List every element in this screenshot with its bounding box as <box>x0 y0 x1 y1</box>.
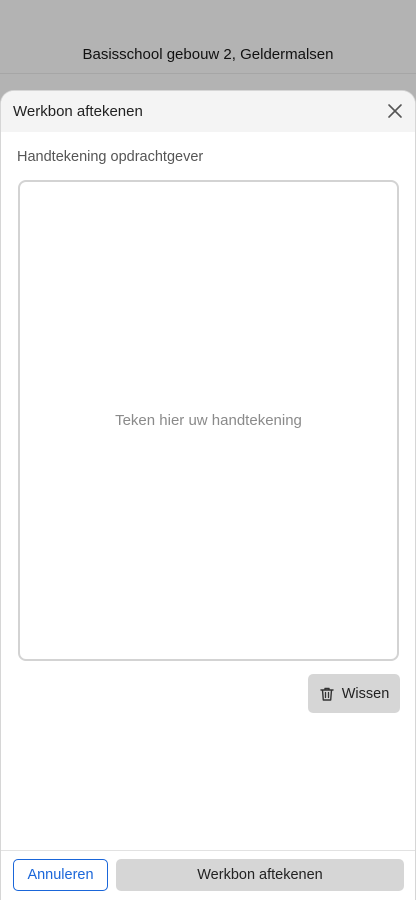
signature-placeholder: Teken hier uw handtekening <box>115 412 302 429</box>
sheet-header: Werkbon aftekenen <box>1 91 415 132</box>
signature-pad[interactable]: Teken hier uw handtekening <box>18 180 399 661</box>
sheet-title: Werkbon aftekenen <box>13 103 143 120</box>
cancel-button[interactable]: Annuleren <box>13 859 108 891</box>
clear-button-label: Wissen <box>341 685 390 702</box>
sign-workorder-sheet: Werkbon aftekenen Handtekening opdrachtg… <box>0 90 416 900</box>
signature-field-label: Handtekening opdrachtgever <box>17 149 204 165</box>
background-page-title: Basisschool gebouw 2, Geldermalsen <box>82 46 334 63</box>
sheet-footer: Annuleren Werkbon aftekenen <box>1 850 415 900</box>
trash-icon <box>319 686 335 702</box>
background-header: Basisschool gebouw 2, Geldermalsen <box>0 0 416 74</box>
clear-signature-button[interactable]: Wissen <box>308 674 400 713</box>
close-button[interactable] <box>385 101 405 121</box>
close-icon <box>388 104 402 118</box>
sign-workorder-button[interactable]: Werkbon aftekenen <box>116 859 404 891</box>
